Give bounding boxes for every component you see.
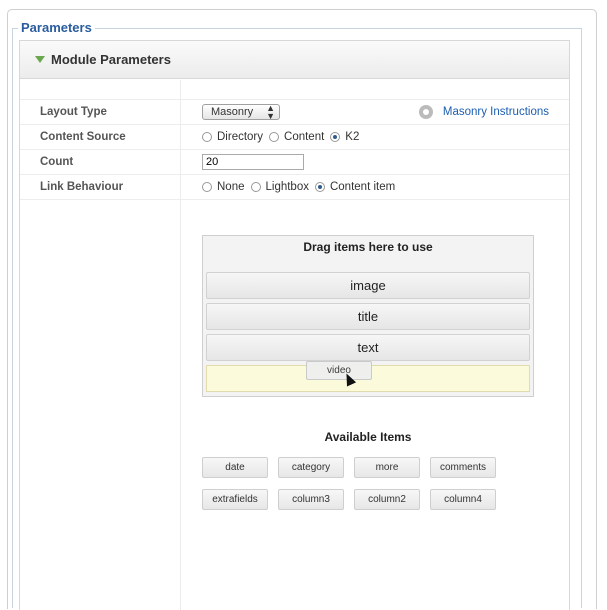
dragging-item-video[interactable]: video: [306, 361, 372, 380]
available-item-comments[interactable]: comments: [430, 457, 496, 478]
radio-content-item[interactable]: [314, 182, 325, 192]
available-item-column3[interactable]: column3: [278, 489, 344, 510]
content-source-label: Content Source: [40, 131, 126, 143]
parameters-legend: Parameters: [18, 20, 95, 35]
available-item-column4[interactable]: column4: [430, 489, 496, 510]
masonry-instructions-link[interactable]: Masonry Instructions: [443, 106, 549, 118]
option-none: None: [217, 181, 245, 193]
gear-icon[interactable]: [418, 105, 433, 119]
count-label: Count: [40, 156, 74, 168]
option-k2: K2: [345, 131, 360, 143]
option-content: Content: [284, 131, 325, 143]
used-item-title[interactable]: title: [206, 303, 530, 330]
row-layout-type: Layout Type Masonry ▲ ▼ Masonry Instructi…: [20, 99, 569, 124]
available-item-date[interactable]: date: [202, 457, 268, 478]
option-lightbox: Lightbox: [265, 181, 309, 193]
expand-triangle-icon[interactable]: [35, 56, 45, 63]
module-parameters-header[interactable]: Module Parameters: [20, 41, 569, 79]
available-item-more[interactable]: more: [354, 457, 420, 478]
available-item-category[interactable]: category: [278, 457, 344, 478]
row-count: Count: [20, 149, 569, 174]
panel-title: Module Parameters: [51, 52, 171, 67]
used-item-image[interactable]: image: [206, 272, 530, 299]
radio-k2[interactable]: [330, 132, 341, 142]
link-behaviour-label: Link Behaviour: [40, 181, 124, 193]
module-parameters-panel: Module Parameters Layout Type Masonry ▲ ▼…: [19, 40, 570, 610]
option-directory: Directory: [217, 131, 264, 143]
available-item-column2[interactable]: column2: [354, 489, 420, 510]
radio-directory[interactable]: [202, 132, 212, 142]
layout-type-label: Layout Type: [40, 106, 107, 118]
layout-type-value: Masonry: [211, 106, 254, 118]
count-input[interactable]: [202, 154, 304, 170]
row-separator: [20, 199, 569, 200]
radio-none[interactable]: [202, 182, 212, 192]
available-item-extrafields[interactable]: extrafields: [202, 489, 268, 510]
option-content-item: Content item: [329, 181, 396, 193]
row-link-behaviour: Link Behaviour None Lightbox Content ite…: [20, 174, 569, 199]
drop-zone-title: Drag items here to use: [303, 240, 433, 254]
select-arrows-icon: ▲ ▼: [266, 103, 275, 121]
layout-type-select[interactable]: Masonry ▲ ▼: [202, 103, 280, 121]
used-item-text[interactable]: text: [206, 334, 530, 361]
radio-lightbox[interactable]: [250, 182, 261, 192]
row-content-source: Content Source Directory Content K2: [20, 124, 569, 149]
radio-content[interactable]: [269, 132, 280, 142]
available-items-title: Available Items: [324, 430, 412, 444]
